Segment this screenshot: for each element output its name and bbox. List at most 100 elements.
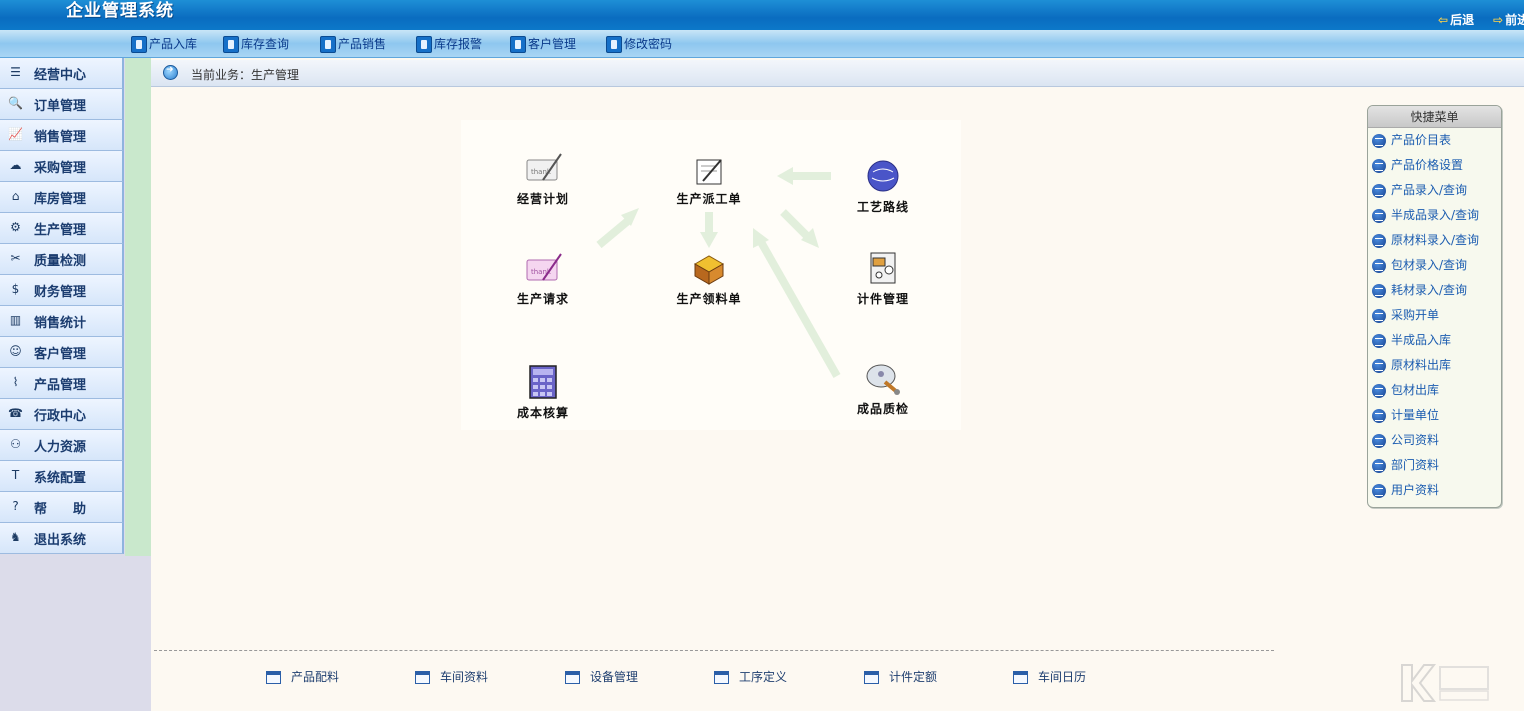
back-label: 后退 bbox=[1450, 13, 1475, 27]
sidebar: ☰ 经营中心 🔍 订单管理 📈 销售管理 ☁ 采购管理 ⌂ 库房管理 ⚙ 生产管理 ✂ 质量检… bbox=[0, 58, 151, 711]
toolbar-product-inbound[interactable]: 产品入库 bbox=[131, 35, 197, 54]
top-header: 企业管理系统 ⇦ 后退 ⇨ 前进 bbox=[0, 0, 1524, 30]
sidebar-item-label: 帮 助 bbox=[34, 502, 87, 517]
quick-link-units[interactable]: 计量单位 bbox=[1372, 405, 1439, 425]
bottom-link-label: 车间资料 bbox=[440, 670, 489, 684]
quick-link-label: 计量单位 bbox=[1391, 408, 1440, 422]
quick-link-label: 产品录入/查询 bbox=[1391, 183, 1468, 197]
toolbar-product-sales[interactable]: 产品销售 bbox=[320, 35, 386, 54]
sidebar-item-sales[interactable]: 📈 销售管理 bbox=[0, 120, 124, 151]
quick-link-packaging-outbound[interactable]: 包材出库 bbox=[1372, 380, 1439, 400]
node-product-inspection[interactable]: 成品质检 bbox=[835, 360, 931, 417]
quick-link-semi-product-inbound[interactable]: 半成品入库 bbox=[1372, 330, 1451, 350]
sidebar-item-products[interactable]: ⌇ 产品管理 bbox=[0, 368, 124, 399]
toolbar-change-password[interactable]: 修改密码 bbox=[606, 35, 672, 54]
node-process-route[interactable]: 工艺路线 bbox=[835, 158, 931, 215]
quick-link-label: 产品价格设置 bbox=[1391, 158, 1464, 172]
quick-link-raw-material-entry[interactable]: 原材料录入/查询 bbox=[1372, 230, 1479, 250]
node-business-plan[interactable]: thank 经营计划 bbox=[495, 150, 591, 207]
bar-chart-icon: ▥ bbox=[9, 313, 22, 327]
list-icon bbox=[1372, 183, 1386, 198]
sidebar-item-label: 人力资源 bbox=[34, 440, 87, 455]
production-flow-diagram: thank 经营计划 生产派工单 工艺路线 thank 生产请求 生产领料单 计… bbox=[461, 120, 961, 430]
sidebar-item-label: 质量检测 bbox=[34, 254, 87, 269]
bottom-link-piece-quota[interactable]: 计件定额 bbox=[864, 668, 937, 686]
node-label: 成本核算 bbox=[516, 406, 569, 420]
sidebar-item-system-config[interactable]: T 系统配置 bbox=[0, 461, 124, 492]
list-icon bbox=[1372, 133, 1386, 148]
machine-icon bbox=[863, 250, 903, 286]
sidebar-menu: ☰ 经营中心 🔍 订单管理 📈 销售管理 ☁ 采购管理 ⌂ 库房管理 ⚙ 生产管理 ✂ 质量检… bbox=[0, 58, 125, 556]
toolbar-label: 修改密码 bbox=[624, 37, 673, 51]
gear-icon: ⚙ bbox=[10, 220, 21, 234]
bottom-link-workshop-calendar[interactable]: 车间日历 bbox=[1013, 668, 1086, 686]
toolbar-stock-query[interactable]: 库存查询 bbox=[223, 35, 289, 54]
document-icon bbox=[131, 36, 147, 53]
node-piece-work[interactable]: 计件管理 bbox=[835, 250, 931, 307]
list-icon bbox=[1372, 208, 1386, 223]
sidebar-item-customers[interactable]: ☺ 客户管理 bbox=[0, 337, 124, 368]
users-icon bbox=[223, 36, 239, 53]
quick-link-packaging-entry[interactable]: 包材录入/查询 bbox=[1372, 255, 1467, 275]
quick-link-product-entry[interactable]: 产品录入/查询 bbox=[1372, 180, 1467, 200]
sidebar-item-admin-center[interactable]: ☎ 行政中心 bbox=[0, 399, 124, 430]
sidebar-item-label: 生产管理 bbox=[34, 223, 87, 238]
quick-link-price-settings[interactable]: 产品价格设置 bbox=[1372, 155, 1463, 175]
quick-link-user-info[interactable]: 用户资料 bbox=[1372, 480, 1439, 500]
quick-link-consumables-entry[interactable]: 耗材录入/查询 bbox=[1372, 280, 1467, 300]
sidebar-collapse-strip[interactable] bbox=[125, 58, 151, 556]
sidebar-item-label: 销售统计 bbox=[34, 316, 87, 331]
sidebar-item-label: 行政中心 bbox=[34, 409, 87, 424]
list-icon bbox=[1372, 483, 1386, 498]
list-icon bbox=[1372, 258, 1386, 273]
sidebar-item-purchasing[interactable]: ☁ 采购管理 bbox=[0, 151, 124, 182]
toolbar-label: 产品销售 bbox=[338, 37, 387, 51]
bottom-link-process-definition[interactable]: 工序定义 bbox=[714, 668, 787, 686]
node-cost-accounting[interactable]: 成本核算 bbox=[495, 364, 591, 421]
toolbar-label: 库存查询 bbox=[241, 37, 290, 51]
breadcrumb-text: 当前业务：生产管理 bbox=[191, 68, 300, 82]
sidebar-item-business-center[interactable]: ☰ 经营中心 bbox=[0, 58, 124, 89]
quick-link-company-info[interactable]: 公司资料 bbox=[1372, 430, 1439, 450]
sidebar-item-sales-stats[interactable]: ▥ 销售统计 bbox=[0, 306, 124, 337]
flow-arrow bbox=[757, 240, 841, 378]
arrow-circle-icon bbox=[163, 65, 178, 80]
walking-man-icon: ♞ bbox=[10, 530, 21, 544]
bottom-link-workshop-info[interactable]: 车间资料 bbox=[415, 668, 488, 686]
sidebar-item-finance[interactable]: $ 财务管理 bbox=[0, 275, 124, 306]
sidebar-item-orders[interactable]: 🔍 订单管理 bbox=[0, 89, 124, 120]
list-icon bbox=[1372, 283, 1386, 298]
node-label: 工艺路线 bbox=[856, 200, 909, 214]
sidebar-item-logout[interactable]: ♞ 退出系统 bbox=[0, 523, 124, 554]
quick-link-price-list[interactable]: 产品价目表 bbox=[1372, 130, 1451, 150]
node-production-request[interactable]: thank 生产请求 bbox=[495, 250, 591, 307]
sidebar-item-warehouse[interactable]: ⌂ 库房管理 bbox=[0, 182, 124, 213]
users-icon: ☺ bbox=[9, 344, 22, 358]
sidebar-item-hr[interactable]: ⚇ 人力资源 bbox=[0, 430, 124, 461]
flow-arrow-head bbox=[700, 232, 718, 248]
quick-link-purchase-order[interactable]: 采购开单 bbox=[1372, 305, 1439, 325]
node-material-requisition[interactable]: 生产领料单 bbox=[661, 250, 757, 307]
app-title: 企业管理系统 bbox=[66, 1, 174, 21]
quick-link-raw-material-outbound[interactable]: 原材料出库 bbox=[1372, 355, 1451, 375]
quick-menu: 快捷菜单 产品价目表 产品价格设置 产品录入/查询 半成品录入/查询 原材料录入… bbox=[1367, 105, 1502, 508]
quick-link-label: 原材料录入/查询 bbox=[1391, 233, 1480, 247]
quick-link-department-info[interactable]: 部门资料 bbox=[1372, 455, 1439, 475]
sidebar-item-production[interactable]: ⚙ 生产管理 bbox=[0, 213, 124, 244]
sidebar-item-help[interactable]: ? 帮 助 bbox=[0, 492, 124, 523]
node-production-dispatch[interactable]: 生产派工单 bbox=[661, 156, 757, 207]
forward-button[interactable]: ⇨ 前进 bbox=[1493, 12, 1524, 28]
bottom-link-equipment[interactable]: 设备管理 bbox=[565, 668, 638, 686]
back-button[interactable]: ⇦ 后退 bbox=[1438, 12, 1474, 28]
sidebar-item-quality[interactable]: ✂ 质量检测 bbox=[0, 244, 124, 275]
sidebar-item-label: 系统配置 bbox=[34, 471, 87, 486]
toolbar-stock-alarm[interactable]: 库存报警 bbox=[416, 35, 482, 54]
quick-link-label: 公司资料 bbox=[1391, 433, 1440, 447]
toolbar-customer-management[interactable]: 客户管理 bbox=[510, 35, 576, 54]
bottom-link-product-ingredients[interactable]: 产品配料 bbox=[266, 668, 339, 686]
quick-link-semi-product-entry[interactable]: 半成品录入/查询 bbox=[1372, 205, 1479, 225]
quick-link-label: 耗材录入/查询 bbox=[1391, 283, 1468, 297]
bottom-link-label: 车间日历 bbox=[1038, 670, 1087, 684]
window-icon bbox=[714, 671, 729, 684]
list-icon bbox=[1372, 158, 1386, 173]
